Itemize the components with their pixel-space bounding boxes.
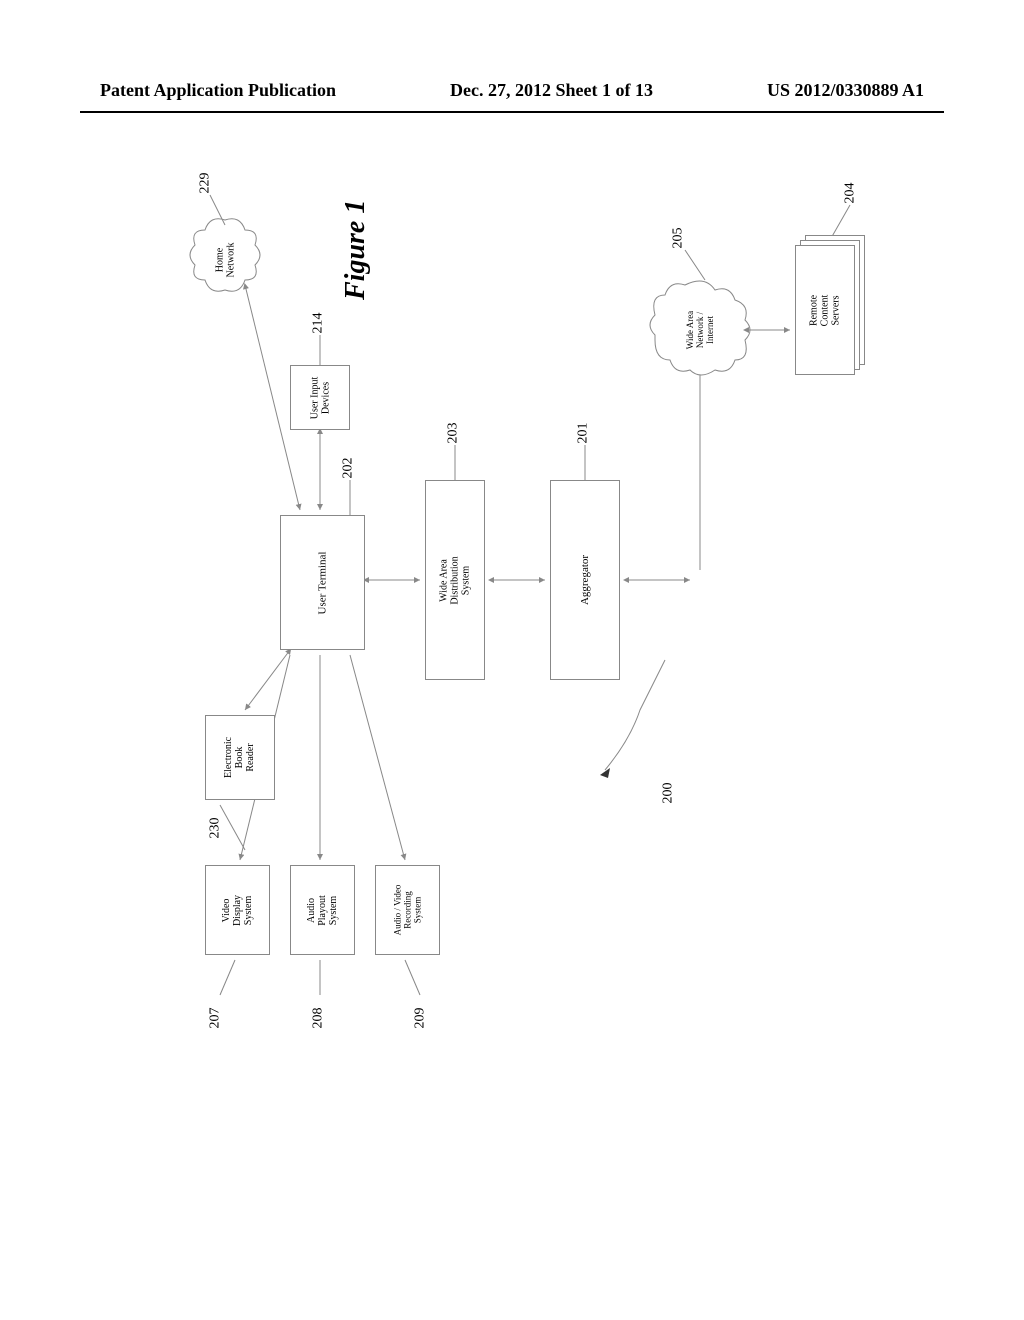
audio-playout-label: Audio Playout System [306,895,339,926]
ref-205: 205 [671,228,687,249]
aggregator-label: Aggregator [579,555,591,605]
user-terminal-label: User Terminal [317,551,329,614]
av-recording-label: Audio / Video Recording System [392,885,422,936]
header-publication: Patent Application Publication [100,80,336,101]
ref-200: 200 [661,783,677,804]
ref-207: 207 [208,1008,224,1029]
av-recording-box: Audio / Video Recording System [375,865,440,955]
user-terminal-box: User Terminal [280,515,365,650]
wan-label: Wide Area Network / Internet [685,311,715,349]
home-network-cloud: Home Network [200,240,250,280]
ref-204: 204 [843,183,859,204]
audio-playout-box: Audio Playout System [290,865,355,955]
ref-229: 229 [198,173,214,194]
ebook-reader-label: Electronic Book Reader [224,737,257,778]
aggregator-box: Aggregator [550,480,620,680]
video-display-label: Video Display System [221,894,254,925]
ref-203: 203 [446,423,462,444]
wan-cloud: Wide Area Network / Internet [670,305,730,355]
ref-209: 209 [413,1008,429,1029]
header-date-sheet: Dec. 27, 2012 Sheet 1 of 13 [450,80,653,101]
diagram: Figure 1 [150,180,870,1180]
ref-208: 208 [311,1008,327,1029]
header-divider [80,111,944,113]
ref-230: 230 [208,818,224,839]
diagram-svg [150,180,870,1180]
user-input-label: User Input Devices [309,376,331,419]
remote-servers-box: Remote Content Servers [795,245,855,375]
video-display-box: Video Display System [205,865,270,955]
ref-201: 201 [576,423,592,444]
ref-202: 202 [341,458,357,479]
remote-servers-label: Remote Content Servers [808,294,841,326]
home-network-label: Home Network [214,243,236,278]
header-patent-number: US 2012/0330889 A1 [767,80,924,101]
wads-box: Wide Area Distribution System [425,480,485,680]
user-input-box: User Input Devices [290,365,350,430]
ref-214: 214 [311,313,327,334]
wads-label: Wide Area Distribution System [439,555,472,605]
ebook-reader-box: Electronic Book Reader [205,715,275,800]
